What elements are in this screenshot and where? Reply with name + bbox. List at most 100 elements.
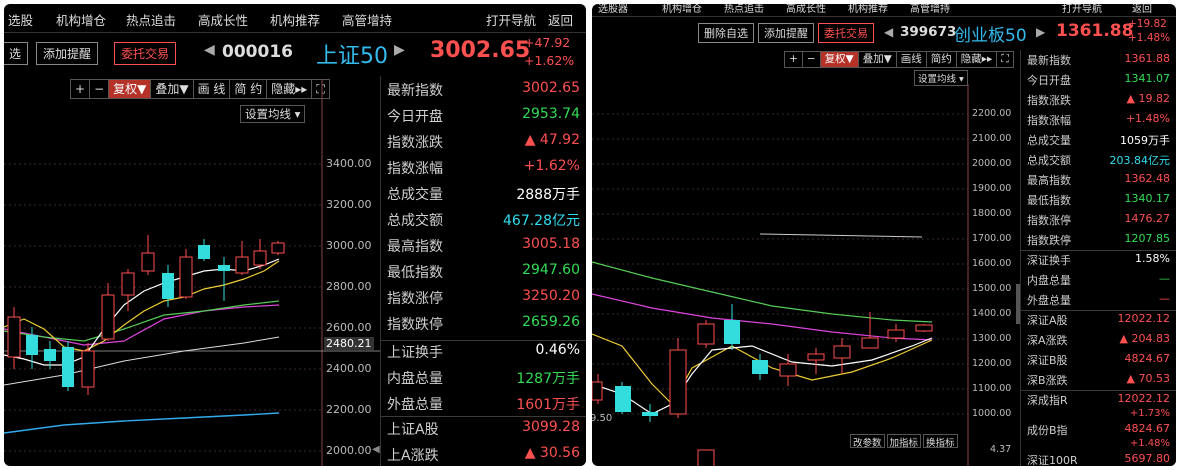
info-row: 深证换手 1.58%: [1021, 252, 1176, 272]
divider: [1021, 390, 1176, 391]
info-value: 203.84亿元: [1109, 154, 1171, 167]
menu-hotspot[interactable]: 热点追击: [724, 4, 764, 15]
quote-info-panel: 最新指数 1361.88 今日开盘 1341.07 指数涨跌 ▲ 19.82 指数涨幅…: [1020, 50, 1176, 466]
menu-institution-recommend[interactable]: 机构推荐: [270, 10, 320, 29]
info-row: 指数涨跌 ▲ 47.92: [381, 132, 586, 158]
axis-label: 2100.00: [972, 133, 1012, 144]
info-row: 指数涨幅 +1.48%: [1021, 112, 1176, 132]
candlestick-chart[interactable]: [4, 79, 380, 466]
info-value: 467.28亿元: [503, 213, 580, 229]
menu-institution-increase[interactable]: 机构增仓: [662, 4, 702, 15]
axis-label: 1300.00: [972, 333, 1012, 344]
info-value: 1.58%: [1135, 252, 1170, 265]
axis-label: 1600.00: [972, 258, 1012, 269]
candlestick-chart[interactable]: [592, 84, 1018, 466]
menu-stock-picker[interactable]: 选股: [8, 10, 33, 29]
info-row: 最高指数 1362.48: [1021, 172, 1176, 192]
info-row: 上证A股 3099.28: [381, 419, 586, 445]
remove-watchlist-button[interactable]: 删除自选: [698, 23, 754, 43]
info-value: 4824.67: [1124, 352, 1171, 365]
zoom-out-button[interactable]: −: [803, 52, 821, 67]
divider: [381, 340, 586, 341]
info-label: 深证B股: [1027, 354, 1068, 367]
info-row: 今日开盘 2953.74: [381, 106, 586, 132]
menu-institution-increase[interactable]: 机构增仓: [56, 10, 106, 29]
axis-label: 3200.00: [326, 198, 372, 211]
info-label: 指数涨停: [1027, 214, 1071, 227]
change-params-button[interactable]: 改参数: [850, 434, 885, 449]
menu-open-navigation[interactable]: 打开导航: [486, 10, 536, 29]
overlay-dropdown[interactable]: 叠加▼: [859, 52, 897, 67]
info-label: 总成交量: [387, 187, 443, 203]
info-value: 3250.20: [522, 288, 580, 304]
left-stock-panel: 选股 机构增仓 热点追击 高成长性 机构推荐 高管增持 打开导航 返回 选 添加…: [4, 4, 586, 466]
info-value: 2953.74: [522, 106, 580, 122]
reference-line: [759, 233, 923, 238]
right-stock-panel: 选股器 机构增仓 热点追击 高成长性 机构推荐 高管增持 打开导航 返回 删除自…: [592, 4, 1176, 466]
menu-open-navigation[interactable]: 打开导航: [1062, 4, 1102, 15]
info-value: 3005.18: [522, 236, 580, 252]
menu-high-growth[interactable]: 高成长性: [198, 10, 248, 29]
info-label: 最低指数: [1027, 194, 1071, 207]
entrust-trade-button[interactable]: 委托交易: [114, 42, 177, 65]
info-label: 指数跌停: [387, 317, 443, 333]
menu-institution-recommend[interactable]: 机构推荐: [848, 4, 888, 15]
info-label: 总成交额: [387, 213, 443, 229]
prev-stock-arrow-icon[interactable]: ◀: [884, 25, 893, 39]
menu-hotspot[interactable]: 热点追击: [126, 10, 176, 29]
axis-label: 1000.00: [972, 408, 1012, 419]
select-button[interactable]: 选: [4, 42, 29, 65]
axis-label: 1900.00: [972, 183, 1012, 194]
axis-label: 2200.00: [972, 108, 1012, 119]
info-label: 深B涨跌: [1027, 374, 1068, 387]
info-row: 深证A股 12022.12: [1021, 312, 1176, 332]
adjust-rights-dropdown[interactable]: 复权▼: [820, 52, 859, 67]
info-row: 指数跌停 1207.85: [1021, 232, 1176, 252]
entrust-trade-button[interactable]: 委托交易: [818, 23, 874, 43]
info-value: 1361.88: [1124, 52, 1171, 65]
info-label: 最低指数: [387, 265, 443, 281]
stock-name: 创业板50: [954, 26, 1027, 46]
menu-back[interactable]: 返回: [548, 10, 573, 29]
axis-label: 1800.00: [972, 208, 1012, 219]
info-value: —: [1159, 272, 1170, 285]
top-menu-bar: 选股 机构增仓 热点追击 高成长性 机构推荐 高管增持 打开导航 返回: [4, 4, 586, 32]
axis-label: 2600.00: [326, 321, 372, 334]
current-price: 1361.88: [1056, 21, 1134, 41]
info-row: 深A涨跌 ▲ 204.83: [1021, 332, 1176, 352]
hide-panel-button[interactable]: 隐藏▸▸: [957, 52, 998, 67]
info-value: 1207.85: [1124, 232, 1171, 245]
next-stock-arrow-icon[interactable]: ▶: [1036, 25, 1045, 39]
axis-label: 3000.00: [326, 239, 372, 252]
info-label: 成份B指: [1027, 424, 1068, 437]
volume-axis-label: 4.37: [990, 444, 1012, 455]
info-row: 最低指数 1340.17: [1021, 192, 1176, 212]
info-value: 1341.07: [1124, 72, 1171, 85]
info-value: ▲ 70.53: [1126, 372, 1170, 385]
info-row: 总成交额 467.28亿元: [381, 210, 586, 236]
draw-line-button[interactable]: 画线: [897, 52, 927, 67]
info-row: 指数涨跌 ▲ 19.82: [1021, 92, 1176, 112]
info-value: 0.46%: [535, 342, 580, 358]
add-alert-button[interactable]: 添加提醒: [36, 42, 99, 65]
zoom-in-button[interactable]: +: [785, 52, 803, 67]
menu-executive-increase[interactable]: 高管增持: [342, 10, 392, 29]
info-value: 1601万手: [516, 397, 580, 413]
prev-stock-arrow-icon[interactable]: ◀: [204, 42, 215, 58]
fullscreen-icon[interactable]: ⛶: [997, 52, 1012, 67]
price-change-percent: +1.62%: [524, 53, 575, 68]
price-change-percent: +1.48%: [1128, 32, 1171, 44]
info-label: 最高指数: [387, 239, 443, 255]
menu-back[interactable]: 返回: [1132, 4, 1152, 15]
menu-executive-increase[interactable]: 高管增持: [910, 4, 950, 15]
switch-indicator-button[interactable]: 换指标: [923, 434, 958, 449]
add-indicator-button[interactable]: 加指标: [886, 434, 922, 449]
info-value: —: [1159, 292, 1170, 305]
simple-mode-button[interactable]: 简约: [927, 52, 957, 67]
next-stock-arrow-icon[interactable]: ▶: [394, 42, 405, 58]
add-alert-button[interactable]: 添加提醒: [758, 23, 814, 43]
menu-high-growth[interactable]: 高成长性: [786, 4, 826, 15]
info-value: +1.62%: [523, 158, 580, 174]
menu-stock-picker[interactable]: 选股器: [598, 4, 628, 15]
collapse-arrow-icon[interactable]: ◀: [372, 444, 380, 455]
